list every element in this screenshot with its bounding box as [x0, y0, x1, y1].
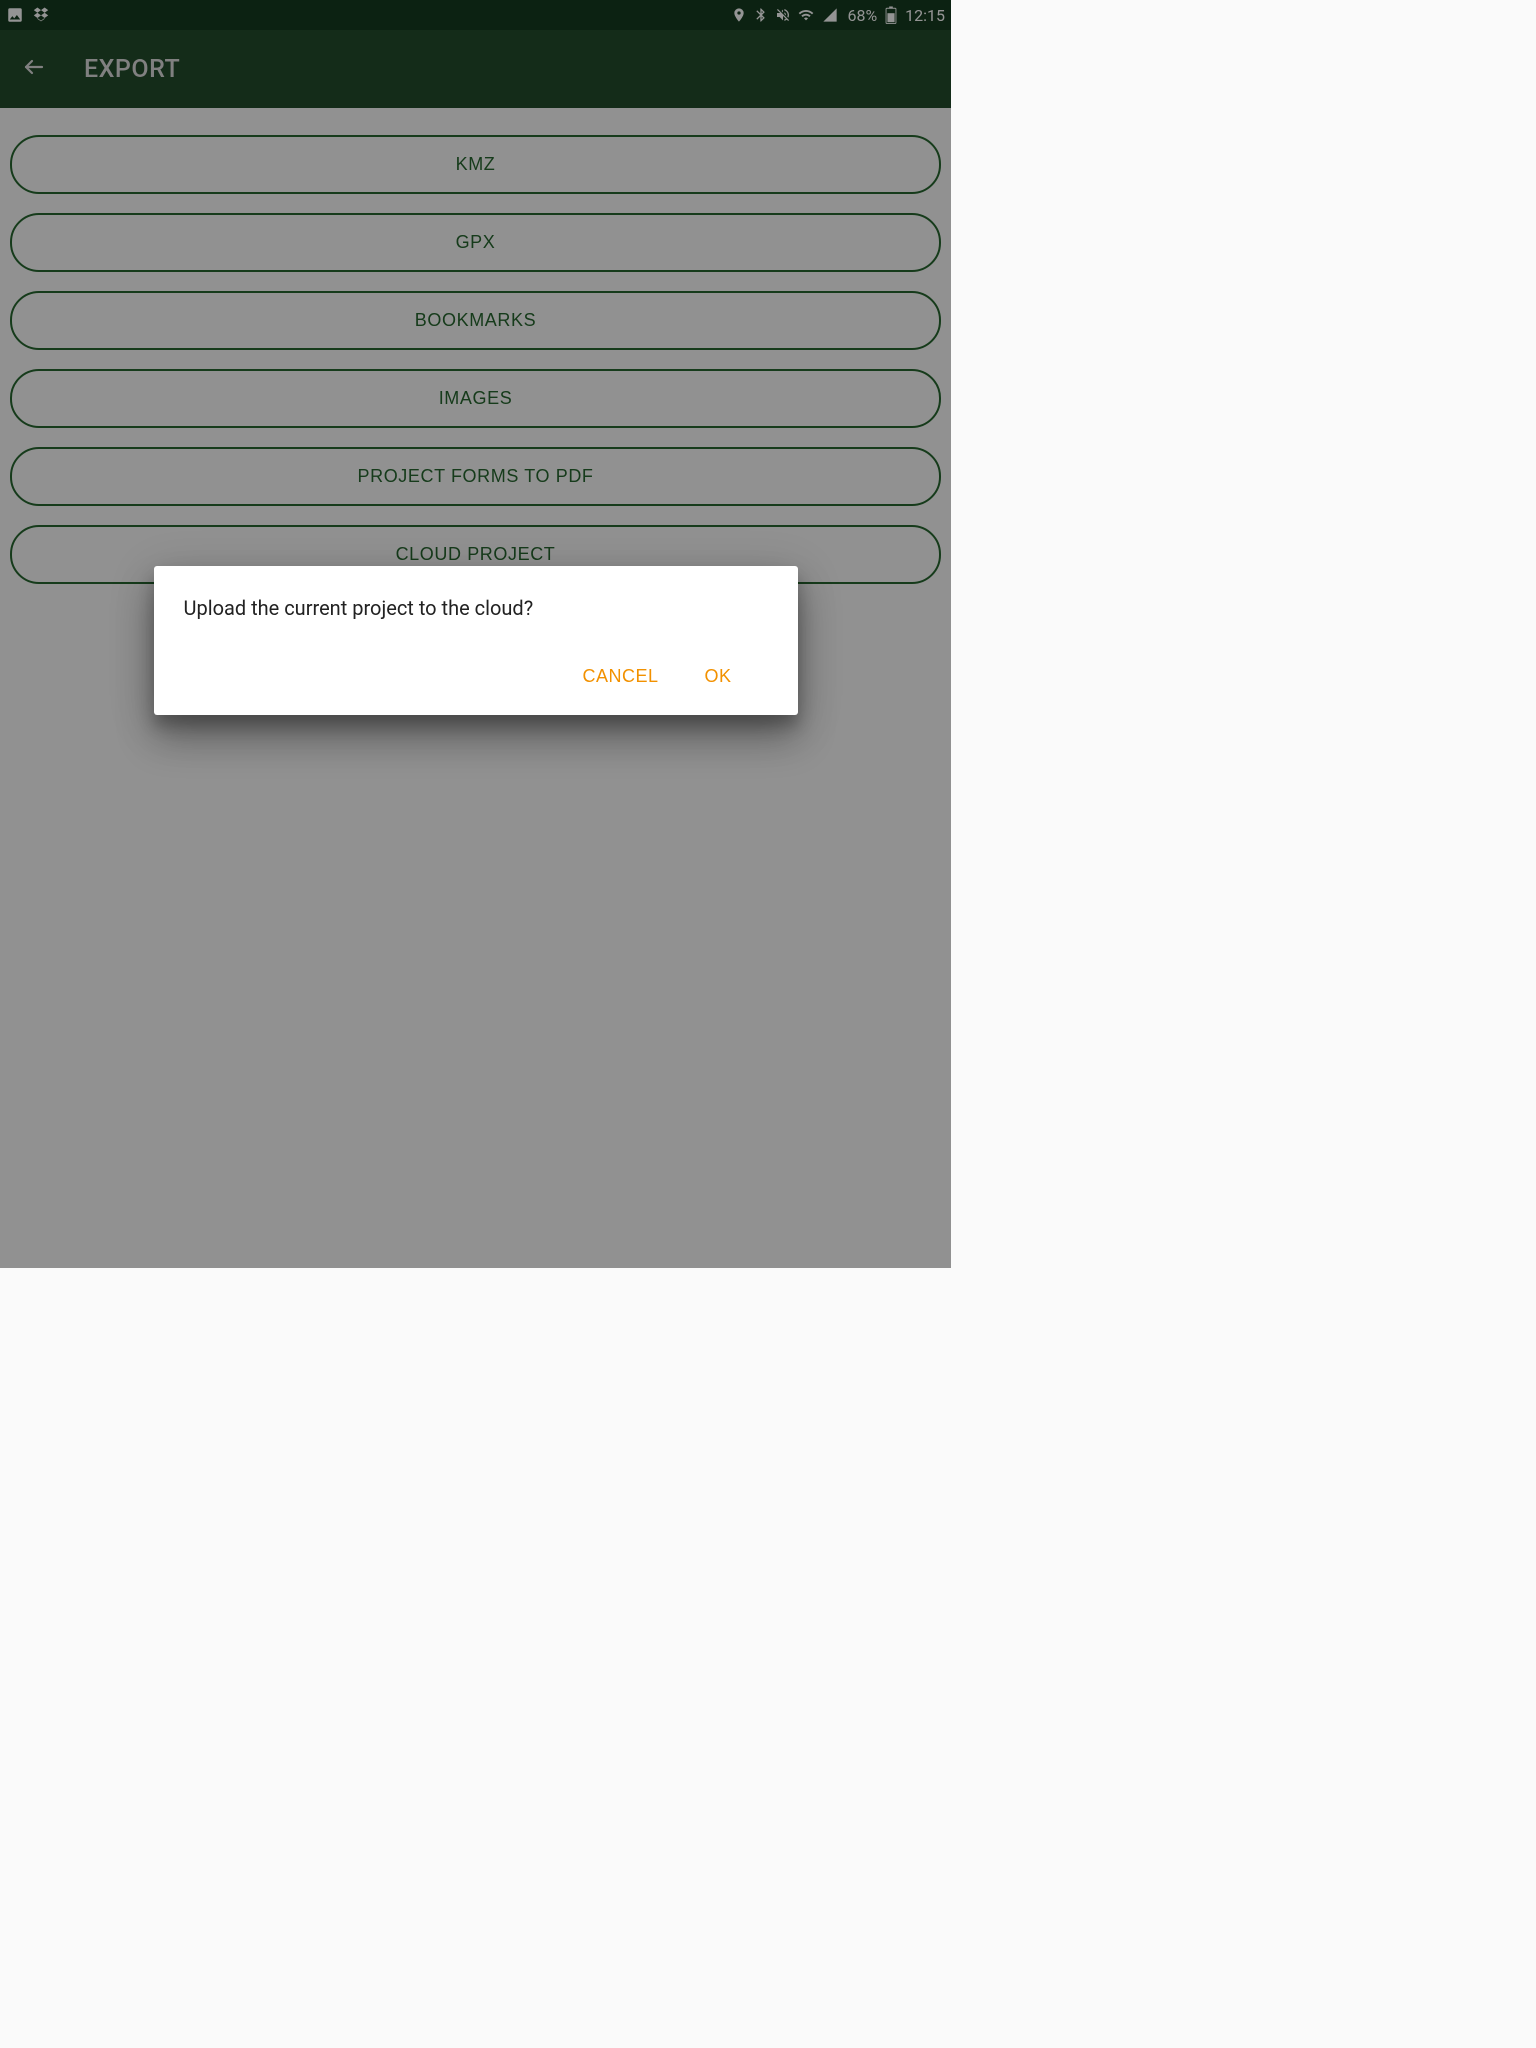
- ok-button[interactable]: OK: [704, 658, 731, 695]
- upload-cloud-dialog: Upload the current project to the cloud?…: [154, 566, 798, 715]
- modal-scrim[interactable]: Upload the current project to the cloud?…: [0, 0, 951, 1268]
- cancel-button[interactable]: CANCEL: [582, 658, 658, 695]
- dialog-message: Upload the current project to the cloud?: [184, 596, 768, 620]
